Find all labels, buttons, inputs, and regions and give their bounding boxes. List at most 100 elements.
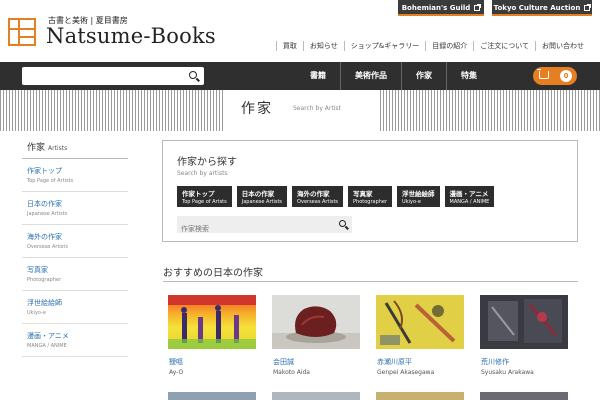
- artist-name: 会田誠: [273, 358, 294, 366]
- category-button-japanese-artists[interactable]: 日本の作家 Japanese Artists: [236, 186, 288, 207]
- artist-romaji: Genpei Akasegawa: [377, 369, 435, 376]
- category-sub: Japanese Artists: [241, 199, 283, 205]
- bohemians-guild-label: Bohemian's Guild: [401, 4, 471, 12]
- artist-name: 荒川修作: [481, 358, 509, 366]
- sidebar-item-sub: MANGA / ANIME: [27, 343, 67, 349]
- artwork-thumbnail-ay-o[interactable]: [168, 295, 256, 349]
- category-label: 写真家: [353, 190, 373, 198]
- search-by-artists-panel: 作家から探す Search by artists 作家トップ Top Page …: [162, 140, 578, 242]
- search-icon[interactable]: [189, 71, 197, 79]
- category-button-photographer[interactable]: 写真家 Photographer: [348, 186, 393, 207]
- artwork-thumbnail-partial[interactable]: [272, 392, 360, 400]
- artwork-thumbnail-partial[interactable]: [376, 392, 464, 400]
- panel-title: 作家から探す: [177, 157, 237, 168]
- category-label: 海外の作家: [297, 190, 330, 198]
- sidebar-heading: 作家 Artists: [22, 140, 128, 159]
- recommended-title: おすすめの日本の作家: [163, 268, 263, 279]
- main-navbar: 書籍 美術作品 作家 特集 0: [0, 62, 600, 90]
- sidebar-item-label: 作家トップ: [27, 167, 62, 175]
- top-nav-news[interactable]: お知らせ: [302, 41, 344, 51]
- bohemians-guild-button[interactable]: Bohemian's Guild: [398, 0, 484, 16]
- sidebar-item-ukiyoe[interactable]: 浮世絵絵師 Ukiyo-e: [22, 291, 128, 324]
- top-nav-ordering[interactable]: ご注文について: [473, 41, 535, 51]
- page-title-band: 作家 Search by Artist: [0, 90, 600, 131]
- sidebar-item-japanese-artists[interactable]: 日本の作家 Japanese Artists: [22, 192, 128, 225]
- artist-caption-syusaku-arakawa[interactable]: 荒川修作 Syusaku Arakawa: [481, 357, 534, 376]
- category-button-artists-top[interactable]: 作家トップ Top Page of Artsts: [177, 186, 232, 207]
- artist-romaji: Ay-O: [169, 369, 184, 376]
- artwork-thumbnail-partial[interactable]: [480, 392, 568, 400]
- sidebar-item-label: 日本の作家: [27, 200, 62, 208]
- decorative-stripes-left: [0, 90, 225, 131]
- category-label: 作家トップ: [182, 190, 215, 198]
- external-link-icon: [474, 4, 482, 11]
- main-nav: 書籍 美術作品 作家 特集: [296, 62, 491, 90]
- artwork-thumbnail-makoto-aida[interactable]: [272, 295, 360, 349]
- sidebar-item-sub: Overseas Artists: [27, 244, 68, 250]
- sidebar-item-sub: Japanese Artists: [27, 211, 68, 217]
- logo-text[interactable]: Natsume-Books: [46, 24, 216, 48]
- cart-button[interactable]: 0: [533, 67, 577, 85]
- artist-caption-ay-o[interactable]: 靉嘔 Ay-O: [169, 357, 183, 376]
- sidebar-item-manga-anime[interactable]: 漫画・アニメ MANGA / ANIME: [22, 324, 128, 357]
- category-label: 日本の作家: [241, 190, 275, 198]
- artist-search: [177, 216, 352, 238]
- sidebar-item-photographer[interactable]: 写真家 Photographer: [22, 258, 128, 291]
- category-label: 漫画・アニメ: [449, 190, 489, 198]
- artist-search-input[interactable]: [177, 221, 327, 238]
- main-nav-books[interactable]: 書籍: [296, 62, 340, 90]
- logo-mark-icon[interactable]: [8, 18, 36, 46]
- category-sub: Photographer: [353, 199, 388, 205]
- category-button-ukiyoe[interactable]: 浮世絵絵師 Ukiyo-e: [397, 186, 440, 207]
- page-subtitle: Search by Artist: [293, 105, 341, 112]
- artist-name: 赤瀬川原平: [377, 358, 412, 366]
- category-sub: MANGA / ANIME: [449, 199, 490, 205]
- sidebar-item-label: 漫画・アニメ: [27, 332, 69, 340]
- category-sub: Top Page of Artsts: [182, 199, 227, 205]
- main-nav-artists[interactable]: 作家: [401, 62, 446, 90]
- top-nav-shop-gallery[interactable]: ショップ&ギャラリー: [343, 41, 425, 51]
- site-search-input[interactable]: [22, 70, 182, 89]
- main-nav-artworks[interactable]: 美術作品: [340, 62, 401, 90]
- sidebar-item-label: 写真家: [27, 266, 48, 274]
- sidebar-item-label: 浮世絵絵師: [27, 299, 62, 307]
- sidebar-item-label: 海外の作家: [27, 233, 62, 241]
- sidebar-heading-en: Artists: [48, 145, 68, 152]
- artwork-thumbnail-partial[interactable]: [168, 392, 256, 400]
- category-sub: Ukiyo-e: [402, 199, 421, 205]
- external-link-icon: [584, 4, 592, 11]
- search-icon[interactable]: [339, 220, 346, 227]
- panel-subtitle: Search by artists: [177, 170, 228, 177]
- sidebar-item-sub: Ukiyo-e: [27, 310, 46, 316]
- main-nav-features[interactable]: 特集: [446, 62, 491, 90]
- category-button-overseas-artists[interactable]: 海外の作家 Overseas Artists: [292, 186, 344, 207]
- artist-caption-genpei-akasegawa[interactable]: 赤瀬川原平 Genpei Akasegawa: [377, 357, 434, 376]
- top-nav-contact[interactable]: お問い合わせ: [535, 41, 590, 51]
- sidebar-item-artists-top[interactable]: 作家トップ Top Page of Artists: [22, 159, 128, 192]
- artist-romaji: Makoto Aida: [273, 369, 310, 376]
- category-button-manga-anime[interactable]: 漫画・アニメ MANGA / ANIME: [444, 186, 495, 207]
- category-buttons: 作家トップ Top Page of Artsts 日本の作家 Japanese …: [177, 186, 495, 207]
- sidebar-item-overseas-artists[interactable]: 海外の作家 Overseas Artists: [22, 225, 128, 258]
- artist-caption-makoto-aida[interactable]: 会田誠 Makoto Aida: [273, 357, 310, 376]
- artwork-thumbnail-syusaku-arakawa[interactable]: [480, 295, 568, 349]
- decorative-stripes-right: [380, 90, 600, 131]
- sidebar-item-sub: Top Page of Artists: [27, 178, 74, 184]
- sidebar-item-sub: Photographer: [27, 277, 62, 283]
- top-nav-catalog[interactable]: 目録の紹介: [425, 41, 473, 51]
- sidebar: 作家 Artists 作家トップ Top Page of Artists 日本の作…: [22, 140, 128, 357]
- category-label: 浮世絵絵師: [402, 190, 435, 198]
- artwork-thumbnail-genpei-akasegawa[interactable]: [376, 295, 464, 349]
- top-nav: 買取 お知らせ ショップ&ギャラリー 目録の紹介 ご注文について お問い合わせ: [275, 41, 590, 51]
- artist-romaji: Syusaku Arakawa: [481, 369, 534, 376]
- tokyo-culture-auction-label: Tokyo Culture Auction: [493, 4, 581, 12]
- sidebar-heading-jp: 作家: [27, 143, 46, 153]
- site-search: [22, 67, 204, 89]
- top-nav-buyback[interactable]: 買取: [275, 41, 303, 51]
- cart-count-badge: 0: [560, 70, 572, 82]
- artist-name: 靉嘔: [169, 358, 183, 366]
- tokyo-culture-auction-button[interactable]: Tokyo Culture Auction: [492, 0, 592, 16]
- recommended-divider: [163, 281, 578, 282]
- page-title: 作家: [241, 101, 273, 117]
- site-header: 古書と美術 | 夏目書房 Natsume-Books Bohemian's Gu…: [0, 0, 600, 62]
